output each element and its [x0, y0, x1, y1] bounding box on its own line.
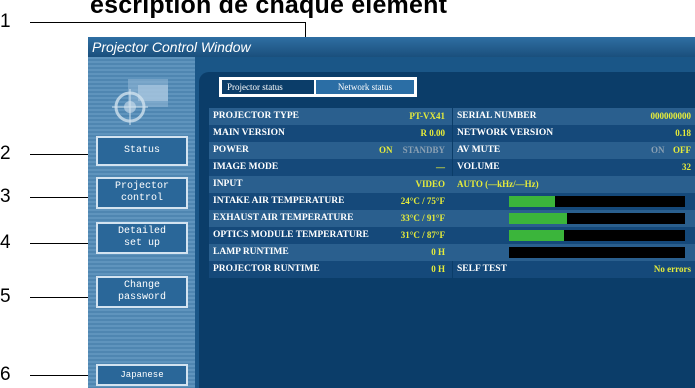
tab-bar: Projector status Network status	[219, 77, 417, 97]
detailed-set-up-button[interactable]: Detailed set up	[96, 222, 188, 254]
tab-projector-status[interactable]: Projector status	[222, 80, 314, 94]
detailed-set-up-label-1: Detailed	[117, 226, 166, 237]
serial-number-label: SERIAL NUMBER	[457, 111, 537, 121]
change-password-button[interactable]: Change password	[96, 276, 188, 308]
av-mute-on-value: ON	[651, 145, 665, 155]
network-version-value: 0.18	[675, 128, 691, 138]
volume-label: VOLUME	[457, 162, 500, 172]
network-version-label: NETWORK VERSION	[457, 128, 554, 138]
projector-runtime-label: PROJECTOR RUNTIME	[213, 264, 320, 274]
column-divider	[452, 125, 453, 142]
column-divider	[452, 261, 453, 278]
detailed-set-up-label-2: set up	[123, 238, 160, 249]
projector-type-value: PT-VX41	[409, 111, 445, 121]
input-label: INPUT	[213, 179, 243, 189]
projector-control-window: Projector Control Window Status Projecto…	[88, 37, 695, 388]
av-mute-label: AV MUTE	[457, 145, 501, 155]
intake-air-temp-bar-fill	[509, 196, 555, 207]
callout-5: 5	[0, 286, 11, 307]
intake-air-temp-value: 24°C / 75°F	[400, 196, 445, 206]
column-divider	[452, 108, 453, 125]
input-value: VIDEO	[415, 179, 445, 189]
table-row: INTAKE AIR TEMPERATURE 24°C / 75°F	[209, 193, 695, 210]
exhaust-air-temp-bar	[509, 213, 685, 224]
lamp-runtime-value: 0 H	[431, 247, 445, 257]
image-mode-value: —	[436, 162, 445, 172]
table-row: LAMP RUNTIME 0 H	[209, 244, 695, 261]
table-row: INPUT VIDEO AUTO (—kHz/—Hz)	[209, 176, 695, 193]
volume-value: 32	[682, 162, 691, 172]
callout-2: 2	[0, 143, 11, 164]
callout-3: 3	[0, 186, 11, 207]
projector-runtime-value: 0 H	[431, 264, 445, 274]
self-test-value: No errors	[653, 264, 691, 274]
main-version-label: MAIN VERSION	[213, 128, 285, 138]
japanese-button[interactable]: Japanese	[96, 364, 188, 386]
tab-network-status[interactable]: Network status	[316, 80, 414, 94]
callout-1: 1	[0, 11, 11, 32]
window-titlebar: Projector Control Window	[88, 37, 695, 57]
table-row: PROJECTOR TYPE PT-VX41 SERIAL NUMBER 000…	[209, 108, 695, 125]
lamp-runtime-label: LAMP RUNTIME	[213, 247, 289, 257]
table-row: POWER ON STANDBY AV MUTE ON OFF	[209, 142, 695, 159]
power-standby-value: STANDBY	[402, 145, 445, 155]
exhaust-air-temp-label: EXHAUST AIR TEMPERATURE	[213, 213, 354, 223]
change-password-label-1: Change	[123, 280, 160, 291]
optics-module-temp-bar-fill	[509, 230, 564, 241]
input-signal-value: AUTO (—kHz/—Hz)	[457, 179, 539, 189]
power-label: POWER	[213, 145, 249, 155]
optics-module-temp-bar	[509, 230, 685, 241]
self-test-label: SELF TEST	[457, 264, 507, 274]
change-password-label-2: password	[117, 292, 166, 303]
japanese-button-label: Japanese	[120, 370, 164, 380]
status-panel: Projector status Network status PROJECTO…	[199, 72, 695, 388]
page-heading: escription de chaque élément	[90, 0, 448, 19]
table-row: EXHAUST AIR TEMPERATURE 33°C / 91°F	[209, 210, 695, 227]
sidebar: Status Projector control Detailed set up…	[88, 57, 195, 388]
image-mode-label: IMAGE MODE	[213, 162, 279, 172]
main-version-value: R 0.00	[420, 128, 446, 138]
power-on-value: ON	[379, 145, 393, 155]
table-row: OPTICS MODULE TEMPERATURE 31°C / 87°F	[209, 227, 695, 244]
projector-control-label-1: Projector	[114, 181, 169, 192]
av-mute-off-value: OFF	[673, 145, 691, 155]
window-title: Projector Control Window	[92, 39, 251, 55]
projector-control-button[interactable]: Projector control	[96, 177, 188, 209]
exhaust-air-temp-bar-fill	[509, 213, 568, 224]
status-button-label: Status	[123, 145, 160, 156]
projector-logo-icon	[112, 79, 168, 125]
status-button[interactable]: Status	[96, 136, 188, 166]
exhaust-air-temp-value: 33°C / 91°F	[400, 213, 445, 223]
column-divider	[452, 159, 453, 176]
serial-number-value: 000000000	[650, 111, 692, 121]
table-row: IMAGE MODE — VOLUME 32	[209, 159, 695, 176]
callout-4: 4	[0, 232, 11, 253]
callout-6: 6	[0, 364, 11, 385]
optics-module-temp-label: OPTICS MODULE TEMPERATURE	[213, 230, 369, 240]
projector-type-label: PROJECTOR TYPE	[213, 111, 299, 121]
table-row: PROJECTOR RUNTIME 0 H SELF TEST No error…	[209, 261, 695, 278]
main-area: Projector status Network status PROJECTO…	[195, 57, 695, 388]
table-row: MAIN VERSION R 0.00 NETWORK VERSION 0.18	[209, 125, 695, 142]
intake-air-temp-label: INTAKE AIR TEMPERATURE	[213, 196, 345, 206]
callout-1-leader	[30, 22, 305, 23]
lamp-runtime-bar	[509, 247, 685, 258]
intake-air-temp-bar	[509, 196, 685, 207]
optics-module-temp-value: 31°C / 87°F	[400, 230, 445, 240]
projector-control-label-2: control	[120, 193, 163, 204]
column-divider	[452, 142, 453, 159]
